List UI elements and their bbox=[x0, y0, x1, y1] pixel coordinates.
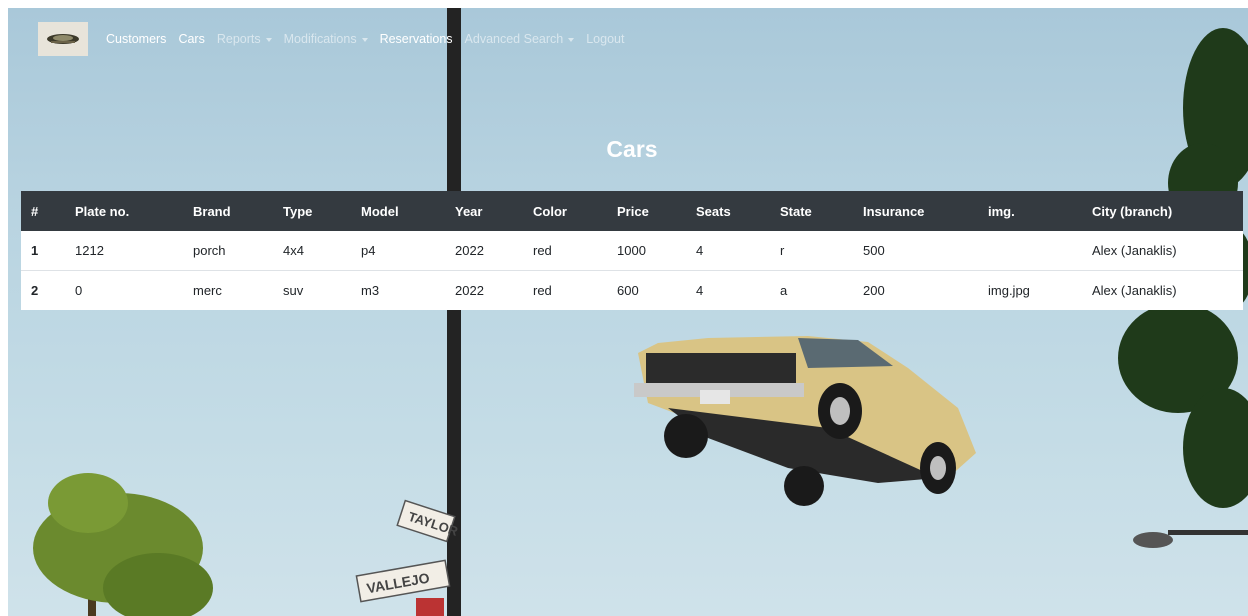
cell-img[interactable]: img.jpg bbox=[988, 270, 1092, 310]
nav-advanced-search-label: Advanced Search bbox=[464, 32, 564, 46]
cell-color: red bbox=[533, 270, 617, 310]
col-header-year: Year bbox=[455, 191, 533, 231]
cell-number: 1 bbox=[21, 231, 75, 271]
col-header-color: Color bbox=[533, 191, 617, 231]
cell-seats: 4 bbox=[696, 270, 780, 310]
brand-logo[interactable] bbox=[38, 22, 88, 56]
nav-reports-dropdown[interactable]: Reports bbox=[217, 32, 272, 46]
nav-modifications-dropdown[interactable]: Modifications bbox=[284, 32, 368, 46]
col-header-model: Model bbox=[361, 191, 455, 231]
street-sign-vallejo: VALLEJO bbox=[355, 559, 451, 603]
table-row: 1 1212 porch 4x4 p4 2022 red 1000 4 r 50… bbox=[21, 231, 1243, 271]
street-lamp bbox=[1133, 530, 1248, 548]
cell-state: r bbox=[780, 231, 863, 271]
cell-seats: 4 bbox=[696, 231, 780, 271]
cell-brand: merc bbox=[193, 270, 283, 310]
cell-price: 600 bbox=[617, 270, 696, 310]
top-navbar: Customers Cars Reports Modifications Res… bbox=[38, 22, 636, 56]
red-sign bbox=[416, 598, 444, 616]
car-logo-icon bbox=[47, 34, 79, 44]
col-header-type: Type bbox=[283, 191, 361, 231]
cell-insurance: 500 bbox=[863, 231, 988, 271]
cell-year: 2022 bbox=[455, 270, 533, 310]
nav-reservations[interactable]: Reservations bbox=[380, 32, 453, 46]
page: TAYLOR VALLEJO Customers Cars Reports Mo… bbox=[0, 0, 1248, 616]
nav-customers[interactable]: Customers bbox=[106, 32, 166, 46]
cell-color: red bbox=[533, 231, 617, 271]
table-row: 2 0 merc suv m3 2022 red 600 4 a 200 img… bbox=[21, 270, 1243, 310]
cell-img bbox=[988, 231, 1092, 271]
col-header-price: Price bbox=[617, 191, 696, 231]
page-title: Cars bbox=[606, 136, 658, 162]
table-header-row: # Plate no. Brand Type Model Year Color … bbox=[21, 191, 1243, 231]
caret-down-icon bbox=[361, 37, 368, 42]
cell-plate: 0 bbox=[75, 270, 193, 310]
col-header-state: State bbox=[780, 191, 863, 231]
cell-city: Alex (Janaklis) bbox=[1092, 270, 1243, 310]
col-header-img: img. bbox=[988, 191, 1092, 231]
col-header-insurance: Insurance bbox=[863, 191, 988, 231]
nav-advanced-search-dropdown[interactable]: Advanced Search bbox=[465, 32, 575, 46]
cell-type: suv bbox=[283, 270, 361, 310]
col-header-number: # bbox=[21, 191, 75, 231]
cell-brand: porch bbox=[193, 231, 283, 271]
cell-price: 1000 bbox=[617, 231, 696, 271]
background-photo: TAYLOR VALLEJO bbox=[8, 8, 1248, 616]
cell-city: Alex (Janaklis) bbox=[1092, 231, 1243, 271]
nav-modifications-label: Modifications bbox=[283, 32, 357, 46]
nav-cars[interactable]: Cars bbox=[178, 32, 204, 46]
cell-model: p4 bbox=[361, 231, 455, 271]
cell-year: 2022 bbox=[455, 231, 533, 271]
cell-number: 2 bbox=[21, 270, 75, 310]
col-header-seats: Seats bbox=[696, 191, 780, 231]
flying-car bbox=[634, 336, 976, 506]
cell-state: a bbox=[780, 270, 863, 310]
caret-down-icon bbox=[265, 37, 272, 42]
cell-type: 4x4 bbox=[283, 231, 361, 271]
cars-table: # Plate no. Brand Type Model Year Color … bbox=[21, 191, 1243, 310]
tree-left bbox=[33, 473, 213, 616]
caret-down-icon bbox=[568, 37, 575, 42]
cell-insurance: 200 bbox=[863, 270, 988, 310]
nav-reports-label: Reports bbox=[216, 32, 261, 46]
col-header-city: City (branch) bbox=[1092, 191, 1243, 231]
col-header-plate: Plate no. bbox=[75, 191, 193, 231]
background-scene: TAYLOR VALLEJO bbox=[33, 8, 1248, 616]
col-header-brand: Brand bbox=[193, 191, 283, 231]
cell-model: m3 bbox=[361, 270, 455, 310]
nav-logout[interactable]: Logout bbox=[586, 32, 624, 46]
cell-plate: 1212 bbox=[75, 231, 193, 271]
